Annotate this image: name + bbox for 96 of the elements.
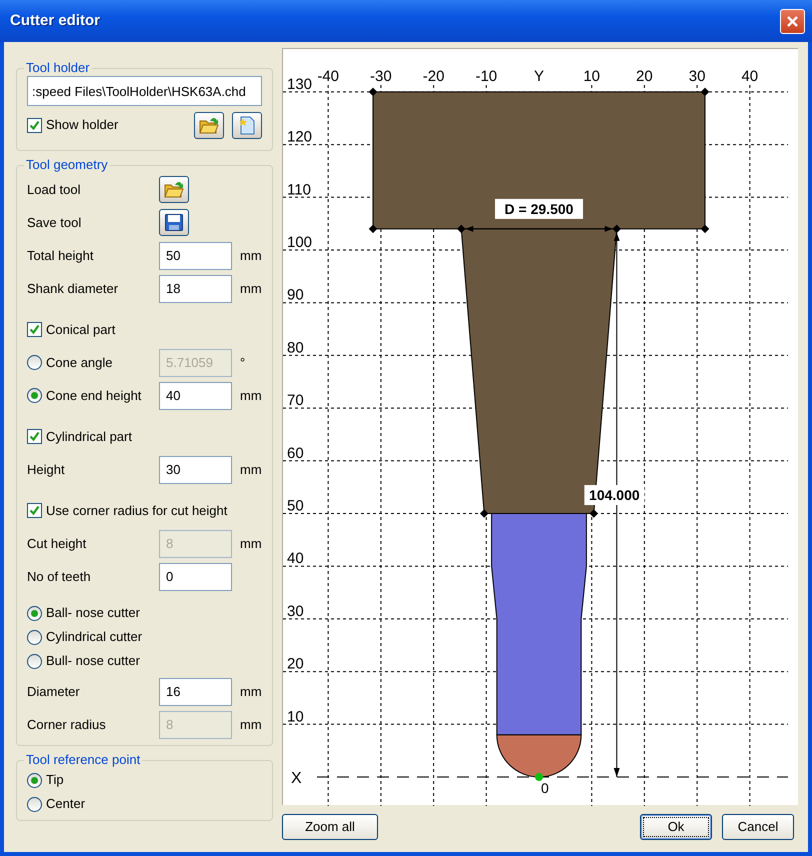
axis-tick-label: 50 bbox=[287, 498, 304, 514]
axis-label: X bbox=[291, 770, 302, 787]
radio-button[interactable] bbox=[27, 388, 42, 403]
field-label: Height bbox=[27, 460, 66, 479]
file-path-field[interactable]: :speed Files\ToolHolder\HSK63A.chd bbox=[27, 76, 262, 106]
drawing-canvas[interactable]: 130 -40 -30 -20 -10 Y 10 20 30 40 120 110 100 90 80 70 60 50 40 30 20 10 X 0 D = 29.500 104.000 bbox=[282, 48, 798, 805]
group-title: Tool holder bbox=[25, 60, 91, 76]
radio-button[interactable] bbox=[27, 654, 42, 668]
folder-icon bbox=[199, 116, 219, 134]
axis-tick-label: 10 bbox=[287, 708, 304, 726]
close-icon bbox=[786, 14, 799, 28]
checkbox[interactable] bbox=[27, 429, 42, 444]
axis-tick-label: 120 bbox=[287, 128, 312, 146]
field-label: Cut height bbox=[27, 534, 88, 553]
axis-tick-label: Y bbox=[534, 68, 544, 85]
axis-tick-label: 20 bbox=[287, 656, 304, 673]
dimension-label: 104.000 bbox=[584, 485, 644, 506]
vertex-marker bbox=[457, 224, 466, 234]
axis-tick-label: 60 bbox=[287, 444, 304, 462]
radio-button[interactable] bbox=[27, 796, 42, 812]
radio-label: Cone angle bbox=[46, 354, 112, 372]
checkbox-label: Show holder bbox=[46, 116, 118, 134]
unit-label: mm bbox=[240, 682, 262, 701]
radio-label: Center bbox=[46, 795, 86, 814]
checkbox-label: Conical part bbox=[46, 320, 116, 339]
group-title: Tool reference point bbox=[25, 752, 142, 768]
input-field[interactable]: 16 bbox=[159, 678, 232, 706]
group-title: Tool geometry bbox=[25, 157, 109, 173]
radio-label: Cylindrical cutter bbox=[46, 628, 142, 646]
axis-tick-label: 10 bbox=[583, 68, 600, 85]
axis-tick-label: 30 bbox=[287, 602, 304, 620]
axis-tick-label: -30 bbox=[370, 68, 392, 85]
checkbox-label: Use corner radius for cut height bbox=[46, 502, 228, 520]
axis-tick-label: 20 bbox=[636, 68, 653, 85]
input-field[interactable]: 30 bbox=[159, 456, 232, 484]
new-file-icon bbox=[237, 116, 257, 134]
unit-label: ° bbox=[240, 354, 246, 372]
axis-tick-label: -20 bbox=[422, 68, 444, 85]
field-label: Corner radius bbox=[27, 716, 107, 734]
input-field[interactable]: 18 bbox=[159, 274, 232, 302]
unit-label: mm bbox=[240, 716, 262, 734]
cancel-button[interactable]: Cancel bbox=[722, 814, 794, 840]
unit-label: mm bbox=[240, 280, 262, 298]
input-field[interactable]: 50 bbox=[159, 242, 232, 270]
close-button[interactable] bbox=[780, 8, 805, 34]
axis-tick-label: 70 bbox=[287, 392, 304, 410]
field-label: Diameter bbox=[27, 682, 81, 701]
axis-tick-label: -40 bbox=[317, 68, 340, 85]
axis-tick-label: 40 bbox=[287, 550, 304, 568]
dimension-label: D = 29.500 bbox=[495, 198, 583, 219]
axis-tick-label: 80 bbox=[287, 339, 304, 356]
radio-button[interactable] bbox=[27, 772, 42, 788]
folder-icon bbox=[164, 180, 184, 199]
vertex-marker bbox=[612, 224, 621, 234]
axis-tick-label: -10 bbox=[475, 68, 498, 85]
field-label: Total height bbox=[27, 246, 94, 265]
open-holder-button[interactable] bbox=[194, 112, 224, 138]
vertex-marker bbox=[590, 509, 598, 518]
axis-tick-label: 90 bbox=[287, 286, 304, 304]
field-label: Shank diameter bbox=[27, 280, 120, 298]
vertex-marker bbox=[368, 224, 378, 234]
field-label: Load tool bbox=[27, 180, 82, 199]
radio-label: Cone end height bbox=[46, 386, 142, 405]
unit-label: mm bbox=[240, 460, 262, 479]
field-label: Save tool bbox=[27, 214, 82, 232]
axis-tick-label: 30 bbox=[688, 68, 706, 85]
unit-label: mm bbox=[240, 534, 262, 553]
vertex-marker bbox=[700, 88, 710, 96]
radio-label: Tip bbox=[46, 771, 64, 790]
vertex-marker bbox=[700, 224, 710, 234]
axis-tick-label: 130 bbox=[287, 76, 312, 93]
load-tool-button[interactable] bbox=[159, 176, 189, 203]
axis-tick-label: 110 bbox=[287, 181, 311, 198]
save-tool-button[interactable] bbox=[159, 209, 189, 236]
input-field[interactable]: 0 bbox=[159, 562, 232, 590]
unit-label: mm bbox=[240, 246, 262, 265]
radio-label: Bull- nose cutter bbox=[46, 652, 140, 670]
vertex-marker bbox=[480, 509, 488, 518]
checkbox-label: Cylindrical part bbox=[46, 428, 132, 446]
vertex-marker bbox=[368, 88, 378, 96]
axis-tick-label: 100 bbox=[287, 234, 312, 251]
checkbox[interactable] bbox=[27, 322, 42, 337]
checkbox[interactable] bbox=[27, 118, 42, 132]
axis-tick-label: 40 bbox=[741, 68, 758, 85]
zoom-all-button[interactable]: Zoom all bbox=[282, 814, 378, 840]
window-title: Cutter editor bbox=[10, 10, 100, 31]
input-field[interactable]: 40 bbox=[159, 382, 232, 410]
checkbox[interactable] bbox=[27, 503, 42, 518]
radio-button[interactable] bbox=[27, 606, 42, 620]
field-label: No of teeth bbox=[27, 568, 92, 586]
radio-label: Ball- nose cutter bbox=[46, 604, 140, 622]
unit-label: mm bbox=[240, 386, 262, 405]
radio-button[interactable] bbox=[27, 630, 42, 644]
axis-tick-label: 0 bbox=[541, 780, 549, 796]
ok-button[interactable]: Ok bbox=[640, 814, 712, 840]
new-holder-button[interactable] bbox=[232, 112, 262, 138]
